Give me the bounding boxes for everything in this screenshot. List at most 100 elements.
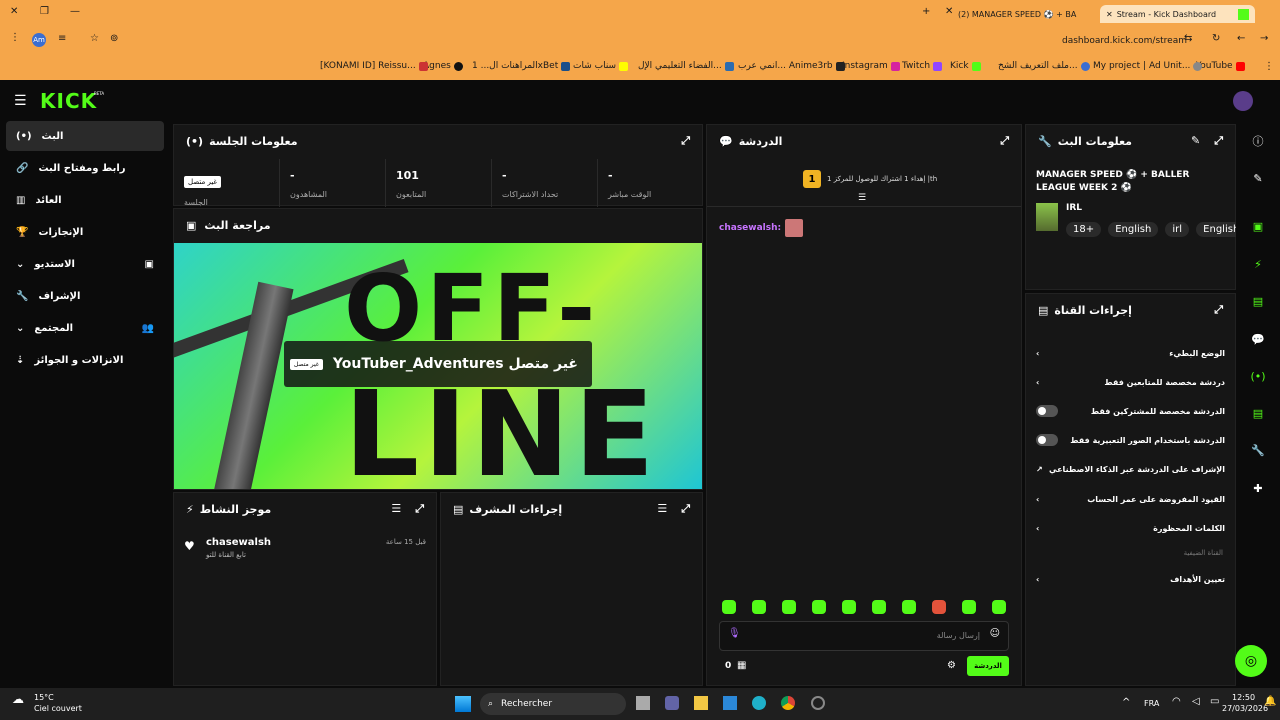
action-banned-words[interactable]: الكلمات المحظورة › (1036, 517, 1225, 539)
chevron-up-icon[interactable]: ^ (1122, 697, 1130, 708)
close-window-icon[interactable]: ✕ (10, 6, 18, 17)
filter-icon[interactable]: ☰ (657, 502, 667, 516)
info-icon[interactable]: ⓘ (1245, 128, 1271, 154)
language-indicator[interactable]: FRA (1144, 699, 1159, 708)
sidebar-item-stream[interactable]: (•) البث (6, 121, 164, 151)
chat-icon[interactable]: 💬 (1245, 326, 1271, 352)
emote-2[interactable] (752, 600, 766, 614)
tag-pill[interactable]: English (1196, 222, 1236, 237)
sidebar-item-community[interactable]: ⌄ المجتمع 👥 (6, 313, 164, 343)
add-widget-icon[interactable]: ✚ (1245, 475, 1271, 501)
volume-icon[interactable]: ◁ (1192, 696, 1200, 707)
kick-logo[interactable]: KICK (40, 89, 97, 113)
action-set-goals[interactable]: تعيين الأهداف › (1036, 568, 1225, 590)
bookmark-kick[interactable]: Kick (950, 61, 981, 71)
sidebar-item-drops[interactable]: ⇣ الانزالات و الجوائز (6, 345, 164, 375)
chat-username[interactable]: chasewalsh: (719, 223, 781, 233)
notification-bell-icon[interactable]: 🔔 (1264, 696, 1276, 707)
emote-8[interactable] (932, 600, 946, 614)
sidebar-item-revenue[interactable]: ▥ العائد (6, 185, 164, 215)
tag-pill[interactable]: irl (1165, 222, 1190, 237)
file-explorer-icon[interactable] (694, 696, 708, 710)
chat-input[interactable]: 🎙 إرسال رسالة ☺ (719, 621, 1009, 651)
filter-icon[interactable]: ☰ (391, 502, 401, 516)
wrench-icon[interactable]: 🔧 (1245, 437, 1271, 463)
bookmark-anime3rb[interactable]: انمي عرب... Anime3rb (738, 61, 845, 71)
weather-text[interactable]: Ciel couvert (34, 704, 82, 713)
tab-close-icon[interactable]: ✕ (945, 6, 953, 17)
bookmark-profile[interactable]: ملف التعريف الشخ... (998, 61, 1090, 71)
expand-icon[interactable]: ⤢ (1214, 134, 1223, 148)
action-slow-mode[interactable]: الوضع البطيء › (1036, 342, 1225, 364)
site-info-icon[interactable]: ⊚ (110, 33, 118, 44)
edit-icon[interactable]: ✎ (1245, 165, 1271, 191)
support-headset-icon[interactable]: ◎ (1235, 645, 1267, 677)
collapse-icon[interactable]: ☰ (858, 193, 866, 203)
url-field[interactable]: dashboard.kick.com/stream (1062, 36, 1187, 46)
sidebar-item-stream-key[interactable]: 🔗 رابط ومفتاح البث (6, 153, 164, 183)
settings-gear-icon[interactable]: ⚙ (947, 660, 956, 671)
sidebar-item-achievements[interactable]: 🏆 الإنجازات (6, 217, 164, 247)
sidebar-item-moderation[interactable]: 🔧 الإشراف (6, 281, 164, 311)
activity-user[interactable]: chasewalsh (206, 537, 271, 548)
emote-6[interactable] (872, 600, 886, 614)
new-tab-icon[interactable]: + (922, 6, 930, 17)
hamburger-menu-icon[interactable]: ☰ (14, 93, 27, 109)
edit-pencil-icon[interactable]: ✎ (1191, 134, 1200, 148)
overlay-icon[interactable]: ▣ (1245, 213, 1271, 239)
bolt-icon[interactable]: ⚡ (1245, 251, 1271, 277)
action-followers-only[interactable]: دردشة مخصصة للمتابعين فقط › (1036, 371, 1225, 393)
broadcast-icon[interactable]: (•) (1245, 363, 1271, 389)
emote-3[interactable] (782, 600, 796, 614)
emote-only-toggle[interactable] (1036, 434, 1058, 446)
tag-pill[interactable]: 18+ (1066, 222, 1102, 237)
store-icon[interactable]: ▦ (737, 660, 746, 671)
wifi-icon[interactable]: ◠ (1172, 696, 1181, 707)
windows-start-icon[interactable] (455, 696, 471, 712)
task-view-icon[interactable] (636, 696, 650, 710)
bookmark-my-project[interactable]: My project | Ad Unit... (1093, 61, 1203, 71)
tune-icon[interactable]: ⇆ (1184, 33, 1192, 44)
user-avatar[interactable] (1233, 91, 1253, 111)
document-icon[interactable]: ▤ (1245, 288, 1271, 314)
emote-5[interactable] (842, 600, 856, 614)
store-icon[interactable] (723, 696, 737, 710)
expand-icon[interactable]: ⤢ (415, 502, 424, 516)
mic-icon[interactable]: 🎙 (728, 628, 741, 639)
clock-time[interactable]: 12:50 (1232, 693, 1255, 702)
restore-window-icon[interactable]: ❐ (40, 6, 49, 17)
bookmark-instagram[interactable]: Instagram (842, 61, 900, 71)
minimize-window-icon[interactable]: — (70, 6, 80, 17)
tab-close-icon[interactable]: ✕ (1106, 10, 1113, 19)
forward-icon[interactable]: → (1260, 33, 1268, 44)
emote-10[interactable] (992, 600, 1006, 614)
expand-icon[interactable]: ⤢ (1214, 303, 1223, 317)
expand-icon[interactable]: ⤢ (681, 502, 690, 516)
profile-avatar[interactable]: Am (32, 33, 46, 47)
menu-dots-icon[interactable]: ⋮ (10, 32, 20, 43)
bookmark-snapchat[interactable]: سناب شات (573, 61, 629, 71)
action-account-age[interactable]: القيود المفروضة على عمر الحساب › (1036, 488, 1225, 510)
clock-date[interactable]: 27/03/2026 (1222, 704, 1268, 713)
edge-icon[interactable] (752, 696, 766, 710)
bookmark-konami[interactable]: [KONAMI ID] Reissu... (320, 61, 428, 71)
more-bookmarks-icon[interactable]: ⋮ (1264, 61, 1274, 72)
emoji-icon[interactable]: ☺ (990, 628, 1000, 639)
chrome-icon[interactable] (781, 696, 795, 710)
bookmark-twitch[interactable]: Twitch (902, 61, 943, 71)
bookmark-1xbet[interactable]: المراهنات ال... 1xBet (472, 61, 571, 71)
back-icon[interactable]: ← (1237, 33, 1245, 44)
expand-icon[interactable]: ⤢ (681, 134, 690, 148)
server-icon[interactable]: ▤ (1245, 400, 1271, 426)
teams-icon[interactable] (665, 696, 679, 710)
app-icon[interactable] (811, 696, 825, 710)
emote-4[interactable] (812, 600, 826, 614)
bookmark-star-icon[interactable]: ☆ (90, 33, 99, 44)
battery-icon[interactable]: ▭ (1210, 696, 1219, 707)
sidebar-item-studio[interactable]: ⌄ الاستديو ▣ (6, 249, 164, 279)
category-name[interactable]: IRL (1066, 203, 1082, 213)
taskbar-search[interactable]: ⌕ Rechercher (480, 693, 626, 715)
chat-send-button[interactable]: الدردشة (967, 656, 1009, 676)
subscribers-only-toggle[interactable] (1036, 405, 1058, 417)
reload-icon[interactable]: ↻ (1212, 33, 1220, 44)
